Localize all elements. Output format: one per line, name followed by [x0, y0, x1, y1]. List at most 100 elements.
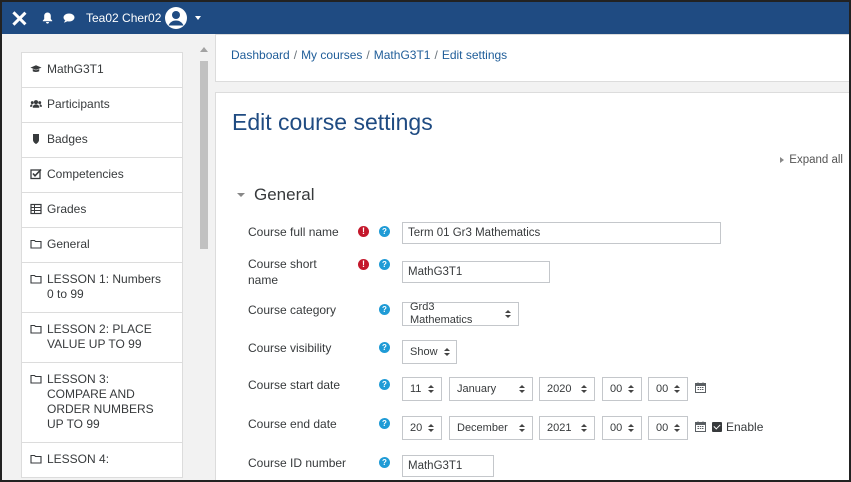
end-year-select[interactable]: 2021: [539, 416, 595, 440]
section-title: General: [254, 185, 315, 204]
caret-down-icon: [237, 193, 245, 197]
calendar-icon[interactable]: [695, 382, 706, 393]
scroll-thumb[interactable]: [200, 61, 208, 249]
sidebar-item-grades[interactable]: Grades: [21, 192, 183, 228]
caret-right-icon: [780, 157, 785, 163]
short-name-label: Course short name: [248, 257, 317, 287]
sort-icon: [428, 384, 434, 394]
start-month-select[interactable]: January: [449, 377, 533, 401]
sidebar-item-general[interactable]: General: [21, 227, 183, 263]
graduation-cap-icon: [30, 63, 42, 75]
breadcrumb-course[interactable]: MathG3T1: [374, 48, 431, 62]
sidebar-item-label: General: [47, 237, 90, 251]
end-day-select[interactable]: 20: [402, 416, 442, 440]
end-year-value: 2021: [547, 421, 572, 434]
browser-frame: Tea02 Cher02 MathG3T1 Participants Badge…: [0, 0, 851, 482]
end-hour-select[interactable]: 00: [602, 416, 642, 440]
sidebar-item-badges[interactable]: Badges: [21, 122, 183, 158]
sort-icon: [628, 423, 634, 433]
folder-icon: [30, 323, 42, 335]
sidebar-scrollbar[interactable]: [199, 45, 209, 480]
sort-icon: [519, 423, 525, 433]
sidebar-item-label: Grades: [47, 202, 87, 216]
expand-all-link[interactable]: Expand all: [780, 154, 843, 166]
end-minute-value: 00: [656, 421, 669, 434]
folder-icon: [30, 373, 42, 385]
users-icon: [30, 98, 42, 110]
close-icon[interactable]: [12, 11, 26, 25]
sort-icon: [628, 384, 634, 394]
course-sidebar: MathG3T1 Participants Badges Competencie…: [2, 34, 212, 480]
id-number-label: Course ID number: [248, 456, 347, 470]
short-name-input[interactable]: MathG3T1: [402, 261, 550, 283]
top-navbar: Tea02 Cher02: [2, 2, 849, 34]
end-day-value: 20: [410, 421, 423, 434]
breadcrumb-my-courses[interactable]: My courses: [301, 48, 362, 62]
sidebar-nav-list: MathG3T1 Participants Badges Competencie…: [21, 52, 183, 478]
folder-icon: [30, 238, 42, 250]
start-year-select[interactable]: 2020: [539, 377, 595, 401]
sidebar-item-label: LESSON 4:: [47, 452, 110, 466]
table-icon: [30, 203, 42, 215]
help-icon[interactable]: ?: [379, 259, 390, 270]
section-general-toggle[interactable]: General: [237, 185, 314, 205]
help-icon[interactable]: ?: [379, 418, 390, 429]
sidebar-item-lesson-3[interactable]: LESSON 3: COMPARE AND ORDER NUMBERS UP T…: [21, 362, 183, 443]
bell-icon[interactable]: [42, 12, 53, 24]
edit-settings-card: Edit course settings Expand all General …: [215, 92, 849, 480]
sort-icon: [581, 384, 587, 394]
user-name[interactable]: Tea02 Cher02: [86, 11, 161, 25]
breadcrumb-edit-settings[interactable]: Edit settings: [442, 48, 507, 62]
breadcrumb-dashboard[interactable]: Dashboard: [231, 48, 290, 62]
sidebar-item-lesson-2[interactable]: LESSON 2: PLACE VALUE UP TO 99: [21, 312, 183, 363]
start-day-value: 11: [410, 382, 422, 395]
folder-icon: [30, 273, 42, 285]
calendar-icon[interactable]: [695, 421, 706, 432]
checkbox-icon: [30, 168, 42, 180]
help-icon[interactable]: ?: [379, 379, 390, 390]
user-avatar-icon[interactable]: [165, 7, 188, 29]
start-minute-select[interactable]: 00: [648, 377, 688, 401]
category-select[interactable]: Grd3 Mathematics: [402, 301, 519, 326]
sidebar-item-label: Competencies: [47, 167, 124, 181]
sidebar-item-competencies[interactable]: Competencies: [21, 157, 183, 193]
required-icon: !: [358, 226, 369, 237]
help-icon[interactable]: ?: [379, 457, 390, 468]
start-hour-value: 00: [610, 382, 623, 395]
required-icon: !: [358, 259, 369, 270]
sort-icon: [581, 423, 587, 433]
start-hour-select[interactable]: 00: [602, 377, 642, 401]
end-month-select[interactable]: December: [449, 416, 533, 440]
help-icon[interactable]: ?: [379, 342, 390, 353]
visibility-select[interactable]: Show: [402, 340, 457, 364]
sort-icon: [674, 384, 680, 394]
start-month-value: January: [457, 382, 497, 395]
page-title: Edit course settings: [232, 109, 433, 135]
end-date-enable-checkbox[interactable]: Enable: [712, 420, 763, 434]
chat-icon[interactable]: [63, 13, 75, 23]
checkbox-checked-icon[interactable]: [712, 422, 722, 432]
caret-down-icon[interactable]: [195, 16, 202, 20]
help-icon[interactable]: ?: [379, 226, 390, 237]
expand-all-label: Expand all: [789, 154, 843, 166]
sort-icon: [519, 384, 525, 394]
sidebar-item-label: Participants: [47, 97, 110, 111]
sidebar-item-participants[interactable]: Participants: [21, 87, 183, 123]
start-year-value: 2020: [547, 382, 572, 395]
sidebar-item-label: LESSON 2: PLACE VALUE UP TO 99: [47, 322, 152, 351]
sidebar-item-course[interactable]: MathG3T1: [21, 52, 183, 88]
sidebar-item-lesson-4[interactable]: LESSON 4:: [21, 442, 183, 478]
start-date-label: Course start date: [248, 378, 341, 392]
full-name-label: Course full name: [248, 225, 339, 239]
end-minute-select[interactable]: 00: [648, 416, 688, 440]
sidebar-item-lesson-1[interactable]: LESSON 1: Numbers 0 to 99: [21, 262, 183, 313]
sort-icon: [505, 309, 511, 319]
full-name-input[interactable]: Term 01 Gr3 Mathematics: [402, 222, 721, 244]
scroll-up-arrow-icon[interactable]: [200, 47, 208, 52]
id-number-input[interactable]: MathG3T1: [402, 455, 494, 477]
help-icon[interactable]: ?: [379, 304, 390, 315]
sidebar-item-label: LESSON 1: Numbers 0 to 99: [47, 272, 162, 301]
start-day-select[interactable]: 11: [402, 377, 442, 401]
sidebar-item-label: MathG3T1: [47, 62, 104, 76]
end-date-label: Course end date: [248, 417, 337, 431]
